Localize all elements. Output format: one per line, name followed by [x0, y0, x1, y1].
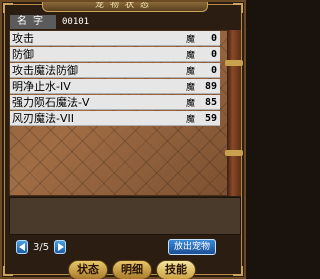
pet-status-window: 宠物状态 名字 00101 攻击 魔 0 防御 魔 0 攻击魔法防御 魔 0 明…	[0, 0, 246, 279]
frame-corner	[3, 266, 13, 276]
skill-name: 强力陨石魔法-V	[12, 96, 90, 109]
skill-row[interactable]: 明净止水-IV 魔 89	[10, 79, 220, 94]
pillar-ring	[225, 60, 243, 66]
skill-row[interactable]: 攻击魔法防御 魔 0	[10, 63, 220, 78]
skill-cost: 89	[204, 80, 217, 92]
page-indicator: 3/5	[33, 241, 50, 253]
decorative-pillar	[225, 30, 243, 196]
window-title: 宠物状态	[42, 2, 208, 12]
skill-row[interactable]: 防御 魔 0	[10, 47, 220, 62]
skill-list: 攻击 魔 0 防御 魔 0 攻击魔法防御 魔 0 明净止水-IV 魔 89 强力…	[10, 31, 220, 127]
skill-name: 攻击魔法防御	[12, 64, 78, 77]
mp-label: 魔	[186, 50, 196, 61]
skill-name: 明净止水-IV	[12, 80, 71, 93]
skill-name: 风刃魔法-VII	[12, 112, 74, 125]
arrow-right-icon	[57, 243, 64, 251]
skill-description-box	[9, 197, 241, 235]
tab-status[interactable]: 状态	[68, 260, 108, 279]
skill-name: 防御	[12, 48, 34, 61]
tab-skills[interactable]: 技能	[156, 260, 196, 279]
pet-name-value: 00101	[62, 16, 90, 27]
prev-page-button[interactable]	[16, 240, 28, 254]
skill-cost: 0	[210, 64, 217, 76]
arrow-left-icon	[18, 243, 25, 251]
next-page-button[interactable]	[54, 240, 67, 254]
skill-cost: 59	[204, 112, 217, 124]
frame-corner	[233, 3, 243, 13]
mp-label: 魔	[186, 34, 196, 45]
pager: 3/5	[16, 240, 67, 254]
skill-cost: 0	[210, 32, 217, 44]
release-pet-button[interactable]: 放出宠物	[168, 239, 216, 255]
mp-label: 魔	[186, 82, 196, 93]
skill-row[interactable]: 强力陨石魔法-V 魔 85	[10, 95, 220, 110]
skill-row[interactable]: 攻击 魔 0	[10, 31, 220, 46]
frame-corner	[3, 3, 13, 13]
skill-cost: 85	[204, 96, 217, 108]
tab-details[interactable]: 明细	[112, 260, 152, 279]
mp-label: 魔	[186, 98, 196, 109]
bottom-tabs: 状态 明细 技能	[68, 260, 196, 279]
name-row: 名字 00101	[10, 14, 240, 29]
mp-label: 魔	[186, 66, 196, 77]
mp-label: 魔	[186, 114, 196, 125]
frame-corner	[233, 266, 243, 276]
skill-name: 攻击	[12, 32, 34, 45]
skill-row[interactable]: 风刃魔法-VII 魔 59	[10, 111, 220, 126]
pillar-ring	[225, 150, 243, 156]
skill-cost: 0	[210, 48, 217, 60]
name-label: 名字	[10, 14, 56, 29]
